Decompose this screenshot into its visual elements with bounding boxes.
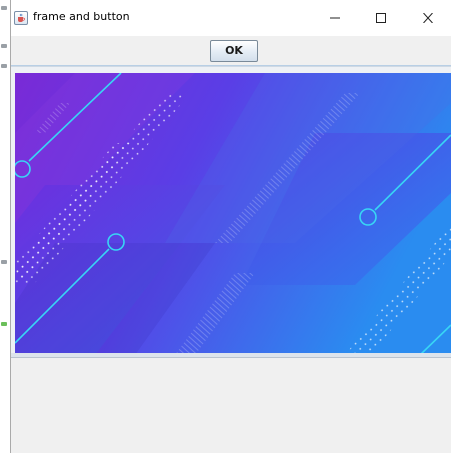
desktop-icon-fragment bbox=[1, 260, 7, 264]
close-button[interactable] bbox=[405, 0, 451, 36]
app-window: frame and button OK bbox=[10, 0, 451, 453]
maximize-button[interactable] bbox=[358, 0, 404, 36]
desktop-icon-fragment bbox=[1, 44, 7, 48]
desktop-icon-fragment bbox=[1, 64, 7, 68]
java-cup-icon bbox=[14, 11, 28, 25]
image-panel bbox=[11, 66, 451, 358]
maximize-icon bbox=[376, 13, 386, 23]
title-bar[interactable]: frame and button bbox=[11, 0, 451, 36]
minimize-button[interactable] bbox=[312, 0, 358, 36]
button-panel: OK bbox=[11, 36, 451, 66]
ok-button[interactable]: OK bbox=[210, 40, 258, 62]
desktop-icon-fragment bbox=[1, 322, 7, 326]
minimize-icon bbox=[330, 17, 340, 19]
content-panel bbox=[11, 358, 451, 453]
banner-image bbox=[15, 73, 451, 355]
desktop-icon-fragment bbox=[1, 6, 7, 10]
close-icon bbox=[423, 13, 433, 23]
window-title: frame and button bbox=[33, 10, 130, 23]
